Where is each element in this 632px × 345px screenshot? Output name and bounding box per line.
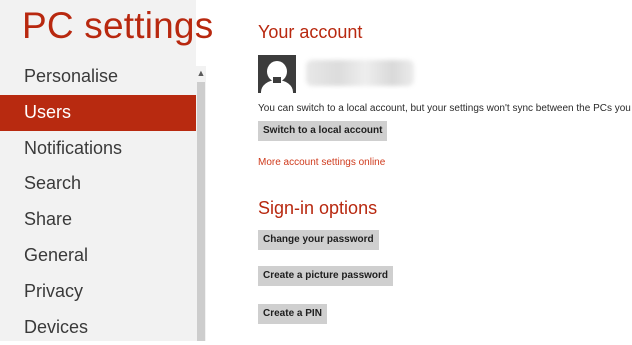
scrollbar-thumb[interactable] xyxy=(197,82,205,341)
main-content: Your account You can switch to a local a… xyxy=(258,0,632,341)
user-name-redacted xyxy=(306,60,414,86)
sidebar: PC settings Personalise Users Notificati… xyxy=(0,0,213,341)
app-title: PC settings xyxy=(22,5,214,46)
chevron-up-icon[interactable]: ▲ xyxy=(196,66,206,80)
sidebar-item-notifications[interactable]: Notifications xyxy=(0,131,196,167)
your-account-heading: Your account xyxy=(258,22,363,42)
sign-in-options-heading: Sign-in options xyxy=(258,198,378,218)
create-pin-button[interactable]: Create a PIN xyxy=(258,304,327,324)
sidebar-item-general[interactable]: General xyxy=(0,238,196,274)
sidebar-item-search[interactable]: Search xyxy=(0,166,196,202)
user-silhouette-icon xyxy=(258,55,296,93)
create-picture-password-button[interactable]: Create a picture password xyxy=(258,266,394,286)
sidebar-item-privacy[interactable]: Privacy xyxy=(0,274,196,310)
sidebar-item-personalise[interactable]: Personalise xyxy=(0,59,196,95)
sidebar-item-users[interactable]: Users xyxy=(0,94,196,131)
sidebar-item-devices[interactable]: Devices xyxy=(0,310,196,345)
sidebar-item-share[interactable]: Share xyxy=(0,202,196,238)
account-info-text: You can switch to a local account, but y… xyxy=(258,103,632,114)
more-account-settings-link[interactable]: More account settings online xyxy=(258,157,385,168)
sidebar-nav: Personalise Users Notifications Search S… xyxy=(0,59,196,345)
change-password-button[interactable]: Change your password xyxy=(258,230,379,250)
switch-to-local-account-button[interactable]: Switch to a local account xyxy=(258,121,388,141)
sidebar-scrollbar[interactable]: ▲ xyxy=(196,66,206,341)
